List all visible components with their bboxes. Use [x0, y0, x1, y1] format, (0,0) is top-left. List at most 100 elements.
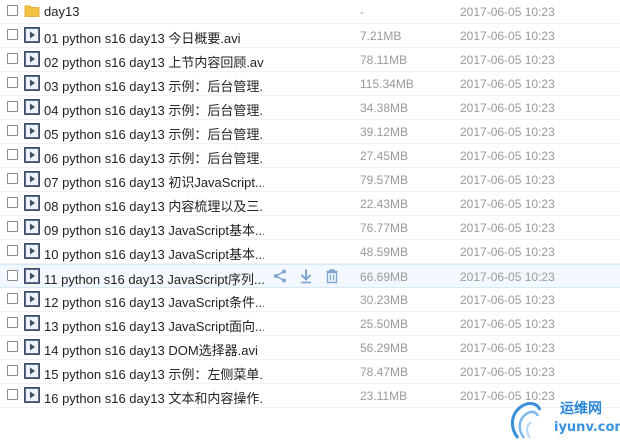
file-name[interactable]: 15 python s16 day13 示例：左侧菜单... [44, 364, 264, 383]
folder-icon [24, 3, 40, 19]
file-size: 39.12MB [360, 125, 409, 139]
video-file-icon [24, 219, 40, 235]
file-date: 2017-06-05 10:23 [460, 365, 555, 379]
video-file-icon [24, 268, 40, 284]
row-checkbox[interactable] [7, 29, 18, 40]
video-file-icon [24, 195, 40, 211]
file-name[interactable]: 04 python s16 day13 示例：后台管理... [44, 100, 264, 119]
file-date: 2017-06-05 10:23 [460, 270, 555, 284]
list-item[interactable]: 02 python s16 day13 上节内容回顾.avi 78.11MB 2… [0, 48, 620, 72]
file-date: 2017-06-05 10:23 [460, 245, 555, 259]
video-file-icon [24, 315, 40, 331]
file-size: 78.11MB [360, 53, 408, 67]
video-file-icon [24, 171, 40, 187]
delete-icon[interactable] [324, 268, 340, 284]
row-checkbox[interactable] [7, 173, 18, 184]
row-checkbox[interactable] [7, 389, 18, 400]
row-checkbox[interactable] [7, 101, 18, 112]
video-file-icon [24, 99, 40, 115]
watermark-text: 运维网 [560, 401, 602, 417]
file-date: 2017-06-05 10:23 [460, 341, 555, 355]
download-icon[interactable] [298, 268, 314, 284]
file-name[interactable]: 06 python s16 day13 示例：后台管理... [44, 148, 264, 167]
video-file-icon [24, 291, 40, 307]
file-name[interactable]: 01 python s16 day13 今日概要.avi [44, 28, 264, 47]
file-name[interactable]: 14 python s16 day13 DOM选择器.avi [44, 340, 264, 359]
video-file-icon [24, 51, 40, 67]
row-checkbox[interactable] [7, 245, 18, 256]
file-name[interactable]: 13 python s16 day13 JavaScript面向... [44, 316, 264, 335]
row-checkbox[interactable] [7, 77, 18, 88]
list-item[interactable]: 14 python s16 day13 DOM选择器.avi 56.29MB 2… [0, 336, 620, 360]
file-size: 76.77MB [360, 221, 409, 235]
file-name[interactable]: 03 python s16 day13 示例：后台管理... [44, 76, 264, 95]
list-item[interactable]: 04 python s16 day13 示例：后台管理... 34.38MB 2… [0, 96, 620, 120]
file-size: 34.38MB [360, 101, 409, 115]
file-name[interactable]: 07 python s16 day13 初识JavaScript... [44, 172, 264, 191]
file-name[interactable]: 16 python s16 day13 文本和内容操作... [44, 388, 264, 407]
file-size: 23.11MB [360, 389, 408, 403]
list-item-folder[interactable]: day13 - 2017-06-05 10:23 [0, 0, 620, 24]
file-date: 2017-06-05 10:23 [460, 101, 555, 115]
row-checkbox[interactable] [7, 293, 18, 304]
row-checkbox[interactable] [7, 221, 18, 232]
file-name[interactable]: 09 python s16 day13 JavaScript基本... [44, 220, 264, 239]
row-checkbox[interactable] [7, 317, 18, 328]
row-checkbox[interactable] [7, 365, 18, 376]
video-file-icon [24, 123, 40, 139]
list-item[interactable]: 09 python s16 day13 JavaScript基本... 76.7… [0, 216, 620, 240]
file-size: 30.23MB [360, 293, 409, 307]
row-checkbox[interactable] [7, 53, 18, 64]
list-item[interactable]: 06 python s16 day13 示例：后台管理... 27.45MB 2… [0, 144, 620, 168]
list-item[interactable]: 10 python s16 day13 JavaScript基本... 48.5… [0, 240, 620, 264]
file-name[interactable]: day13 [44, 4, 264, 19]
file-name[interactable]: 11 python s16 day13 JavaScript序列... [44, 269, 264, 288]
file-name[interactable]: 08 python s16 day13 内容梳理以及三... [44, 196, 264, 215]
row-checkbox[interactable] [7, 5, 18, 16]
file-date: 2017-06-05 10:23 [460, 29, 555, 43]
file-size: - [360, 5, 364, 19]
file-size: 27.45MB [360, 149, 409, 163]
file-size: 115.34MB [360, 77, 414, 91]
row-checkbox[interactable] [7, 125, 18, 136]
file-name[interactable]: 10 python s16 day13 JavaScript基本... [44, 244, 264, 263]
file-name[interactable]: 05 python s16 day13 示例：后台管理... [44, 124, 264, 143]
video-file-icon [24, 243, 40, 259]
list-item-hovered[interactable]: 11 python s16 day13 JavaScript序列... 66.6… [0, 264, 620, 288]
file-size: 56.29MB [360, 341, 409, 355]
file-size: 48.59MB [360, 245, 409, 259]
row-checkbox[interactable] [7, 149, 18, 160]
video-file-icon [24, 363, 40, 379]
file-list: day13 - 2017-06-05 10:23 01 python s16 d… [0, 0, 620, 408]
row-checkbox[interactable] [7, 270, 18, 281]
list-item[interactable]: 03 python s16 day13 示例：后台管理... 115.34MB … [0, 72, 620, 96]
file-date: 2017-06-05 10:23 [460, 5, 555, 19]
video-file-icon [24, 75, 40, 91]
video-file-icon [24, 27, 40, 43]
file-name[interactable]: 12 python s16 day13 JavaScript条件... [44, 292, 264, 311]
file-size: 79.57MB [360, 173, 409, 187]
file-name[interactable]: 02 python s16 day13 上节内容回顾.avi [44, 52, 264, 71]
list-item[interactable]: 08 python s16 day13 内容梳理以及三... 22.43MB 2… [0, 192, 620, 216]
share-icon[interactable] [272, 268, 288, 284]
list-item[interactable]: 01 python s16 day13 今日概要.avi 7.21MB 2017… [0, 24, 620, 48]
file-date: 2017-06-05 10:23 [460, 293, 555, 307]
file-date: 2017-06-05 10:23 [460, 317, 555, 331]
file-date: 2017-06-05 10:23 [460, 149, 555, 163]
file-date: 2017-06-05 10:23 [460, 173, 555, 187]
file-date: 2017-06-05 10:23 [460, 221, 555, 235]
file-size: 25.50MB [360, 317, 409, 331]
list-item[interactable]: 15 python s16 day13 示例：左侧菜单... 78.47MB 2… [0, 360, 620, 384]
list-item[interactable]: 07 python s16 day13 初识JavaScript... 79.5… [0, 168, 620, 192]
row-checkbox[interactable] [7, 197, 18, 208]
watermark-url: iyunv.com [554, 420, 620, 435]
file-size: 7.21MB [360, 29, 402, 43]
file-size: 78.47MB [360, 365, 409, 379]
row-checkbox[interactable] [7, 341, 18, 352]
list-item[interactable]: 12 python s16 day13 JavaScript条件... 30.2… [0, 288, 620, 312]
list-item[interactable]: 05 python s16 day13 示例：后台管理... 39.12MB 2… [0, 120, 620, 144]
file-size: 66.69MB [360, 270, 409, 284]
list-item[interactable]: 13 python s16 day13 JavaScript面向... 25.5… [0, 312, 620, 336]
file-date: 2017-06-05 10:23 [460, 77, 555, 91]
video-file-icon [24, 147, 40, 163]
